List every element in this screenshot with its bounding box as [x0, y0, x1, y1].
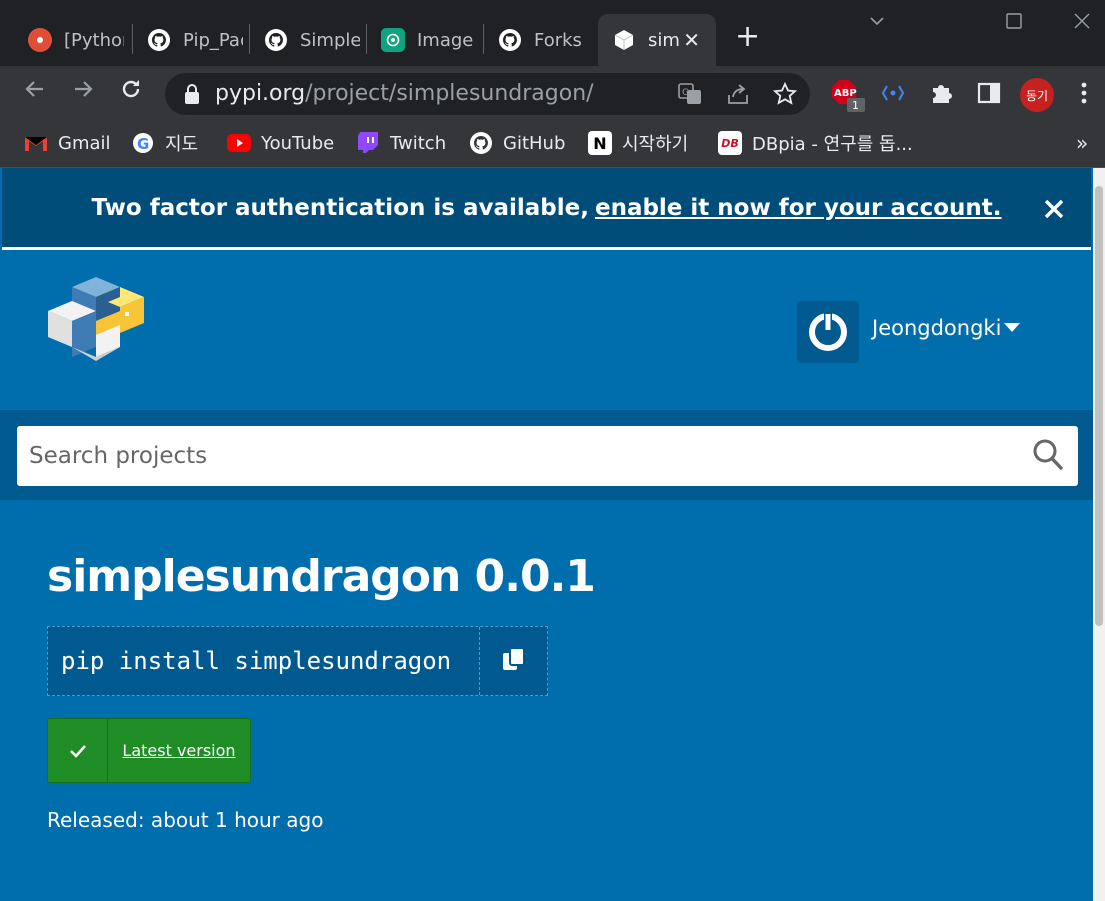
user-menu-caret-icon[interactable]: [1004, 323, 1020, 332]
tab-label: Simple: [300, 29, 360, 51]
google-icon: G: [131, 131, 155, 155]
gmail-icon: [24, 131, 48, 155]
svg-text:G: G: [682, 88, 689, 98]
bookmark-gmail[interactable]: Gmail: [24, 128, 111, 158]
search-input[interactable]: [17, 426, 1007, 486]
copy-button[interactable]: [479, 627, 547, 695]
pypi-logo-icon[interactable]: [46, 275, 146, 367]
pypi-page: Two factor authentication is available, …: [0, 168, 1093, 901]
reload-icon[interactable]: [118, 76, 144, 109]
bookmark-twitch[interactable]: Twitch: [356, 128, 446, 158]
bookmark-label: DBpia - 연구를 돕...: [752, 134, 913, 155]
username[interactable]: Jeongdongki: [872, 316, 1001, 340]
lock-icon[interactable]: [183, 83, 201, 109]
browser-toolbar: pypi.org/project/simplesundragon/ G ABP 1…: [0, 66, 1105, 120]
search-box: [17, 426, 1078, 486]
tab-label: [Python: [64, 29, 124, 51]
project-title: simplesundragon 0.0.1: [47, 551, 596, 602]
github-icon: [264, 28, 288, 52]
tab-simple[interactable]: Simple: [250, 14, 366, 66]
twitch-icon: [356, 131, 380, 155]
extensions-puzzle-icon[interactable]: [928, 80, 954, 110]
latest-version-link[interactable]: Latest version: [108, 719, 250, 782]
bookmark-label: GitHub: [503, 132, 566, 154]
translate-icon[interactable]: G: [677, 81, 703, 111]
bookmark-notion[interactable]: N 시작하기: [588, 128, 688, 158]
tab-label: Forks: [534, 29, 582, 51]
overflow-label: »: [1076, 131, 1089, 155]
close-banner-icon[interactable]: [1043, 190, 1065, 228]
adblock-plus-icon[interactable]: ABP 1: [831, 78, 865, 116]
enable-2fa-link[interactable]: enable it now for your account.: [595, 195, 1002, 221]
bookmark-label: Twitch: [390, 132, 447, 154]
tab-label: Image: [417, 29, 474, 51]
two-factor-banner: Two factor authentication is available, …: [2, 168, 1091, 250]
close-window-icon[interactable]: [1073, 12, 1091, 35]
forward-arrow-icon[interactable]: [70, 76, 96, 109]
profile-label: 동기: [1025, 88, 1049, 103]
github-icon: [147, 28, 171, 52]
tab-label: Pip_Pac: [183, 29, 243, 51]
scrollbar-thumb[interactable]: [1095, 186, 1103, 626]
bookmark-label: YouTube: [261, 132, 335, 154]
github-icon: [469, 131, 493, 155]
url-host: pypi.org: [215, 81, 306, 106]
bookmark-youtube[interactable]: YouTube: [227, 128, 334, 158]
bookmark-map[interactable]: G 지도: [131, 128, 198, 158]
tab-simplesundragon-active[interactable]: sim ✕: [598, 14, 716, 66]
bookmark-overflow-button[interactable]: »: [1076, 128, 1088, 158]
menu-kebab-icon[interactable]: [1076, 80, 1092, 110]
pypi-box-icon: [612, 28, 636, 52]
tab-python[interactable]: [Python: [14, 14, 132, 66]
tab-image[interactable]: Image: [367, 14, 483, 66]
svg-text:G: G: [137, 135, 149, 153]
page-scrollbar[interactable]: [1093, 168, 1105, 901]
url-text: pypi.org/project/simplesundragon/: [215, 81, 594, 106]
extension-signal-icon[interactable]: [880, 80, 906, 110]
search-band: [0, 410, 1093, 500]
notion-icon: N: [588, 131, 612, 155]
python-tab-icon: [28, 28, 52, 52]
bookmark-github[interactable]: GitHub: [469, 128, 565, 158]
adblock-badge: 1: [852, 99, 859, 112]
address-bar[interactable]: pypi.org/project/simplesundragon/ G: [165, 73, 810, 115]
pip-install-box: pip install simplesundragon: [47, 626, 548, 696]
dbpia-icon: DB: [718, 131, 742, 155]
bookmark-label: 시작하기: [622, 134, 689, 155]
bookmarks-bar: Gmail G 지도 YouTube Twitch GitHub N 시작하기 …: [0, 120, 1105, 168]
copy-icon: [501, 646, 527, 676]
tab-label: sim: [648, 29, 680, 51]
side-panel-icon[interactable]: [976, 80, 1002, 110]
latest-version-badge[interactable]: Latest version: [47, 718, 251, 783]
youtube-icon: [227, 131, 251, 155]
bookmark-star-icon[interactable]: [772, 81, 798, 111]
adblock-label: ABP: [834, 88, 857, 99]
chatgpt-icon: [381, 28, 405, 52]
tab-strip: [Python Pip_Pac Simple Image Forks sim ✕…: [0, 0, 1105, 66]
search-icon[interactable]: [1032, 438, 1064, 476]
profile-avatar[interactable]: 동기: [1020, 78, 1054, 112]
site-header: Jeongdongki: [0, 253, 1093, 410]
user-avatar[interactable]: [797, 301, 859, 363]
bookmark-label: 지도: [165, 134, 199, 155]
checkmark-icon: [48, 719, 108, 782]
banner-text: Two factor authentication is available,: [91, 194, 589, 221]
url-path: /project/simplesundragon/: [305, 81, 594, 106]
bookmark-label: Gmail: [58, 132, 111, 154]
release-date: Released: about 1 hour ago: [47, 808, 324, 832]
new-tab-button[interactable]: +: [735, 22, 760, 52]
tab-forks[interactable]: Forks: [484, 14, 596, 66]
share-icon[interactable]: [725, 81, 751, 111]
tab-search-chevron-icon[interactable]: [868, 12, 886, 35]
back-arrow-icon[interactable]: [22, 76, 48, 109]
bookmark-dbpia[interactable]: DB DBpia - 연구를 돕...: [718, 128, 913, 158]
github-icon: [498, 28, 522, 52]
pip-command: pip install simplesundragon: [61, 647, 452, 675]
maximize-window-icon[interactable]: [1005, 12, 1023, 35]
tab-pip-pac[interactable]: Pip_Pac: [133, 14, 249, 66]
close-tab-icon[interactable]: ✕: [683, 28, 700, 52]
